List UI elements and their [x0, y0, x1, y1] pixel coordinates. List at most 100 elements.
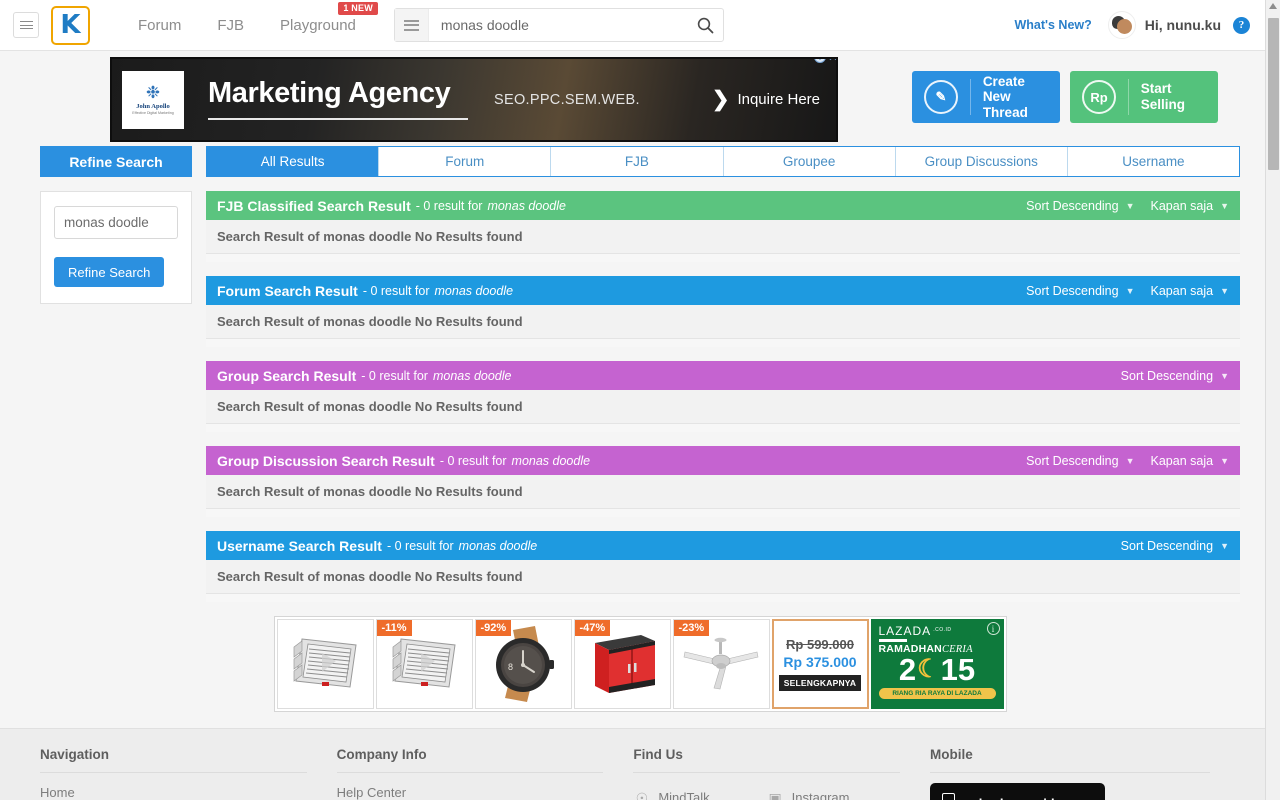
- marketing-agency-ad-banner[interactable]: ❉ John Apollo Effective Digital Marketin…: [110, 57, 838, 142]
- scroll-up-arrow-icon[interactable]: [1269, 3, 1277, 9]
- instagram-icon: ▣: [768, 790, 782, 800]
- lazada-ramadhan-ad[interactable]: i LAZADA .CO.ID RAMADHANCERIA 2 ☾ 15 RIAN…: [870, 619, 1004, 709]
- footer-column-company-info: Company Info Help Center About Us Advert…: [336, 747, 634, 800]
- ad-subtitle: SEO.PPC.SEM.WEB.: [494, 91, 640, 108]
- nav-item-fjb[interactable]: FJB: [199, 0, 262, 51]
- search-submit-button[interactable]: [689, 17, 723, 34]
- nav-label: FJB: [217, 16, 245, 34]
- whats-new-link[interactable]: What's New?: [1014, 18, 1091, 32]
- product-wrist-watch[interactable]: -92% 8: [474, 619, 572, 709]
- close-icon[interactable]: ✕: [828, 59, 836, 63]
- tab-label: FJB: [624, 154, 649, 169]
- sort-dropdown[interactable]: Sort Descending ▼: [1026, 284, 1134, 298]
- footer-column-find-us: Find Us ☉ MindTalk ▣ Instagram ➶ Forum ➶…: [633, 747, 930, 800]
- product-exhaust-fan-2[interactable]: -11%: [375, 619, 473, 709]
- sort-dropdown[interactable]: Sort Descending ▼: [1121, 539, 1229, 553]
- lazada-ribbon: RIANG RIA RAYA DI LAZADA: [878, 688, 996, 699]
- kaskus-logo[interactable]: K: [51, 5, 90, 45]
- result-block-fjb: FJB Classified Search Result - 0 result …: [206, 191, 1240, 262]
- page-root: K Forum FJB Playground 1 NEW monas doodl…: [0, 0, 1280, 800]
- result-footer: [206, 339, 1240, 347]
- sort-dropdown[interactable]: Sort Descending ▼: [1121, 369, 1229, 383]
- start-selling-button[interactable]: Rp Start Selling: [1070, 71, 1218, 123]
- nav-item-playground[interactable]: Playground 1 NEW: [262, 0, 378, 51]
- result-count: - 0 result for: [439, 453, 507, 468]
- detail-button[interactable]: SELENGKAPNYA: [778, 675, 862, 691]
- search-input[interactable]: [428, 9, 689, 41]
- result-title: FJB Classified Search Result: [217, 197, 411, 214]
- discount-badge: -47%: [574, 620, 611, 636]
- result-term: monas doodle: [432, 368, 512, 383]
- chevron-down-icon: ▼: [1220, 370, 1229, 381]
- vertical-scrollbar[interactable]: [1265, 0, 1280, 800]
- user-greeting[interactable]: Hi, nunu.ku: [1145, 17, 1221, 33]
- footer-link-home[interactable]: Home: [40, 783, 307, 800]
- app-badges: ☷ m.kaskus.co.id GET IT ON Google play …: [930, 783, 1210, 800]
- product-exhaust-fan-1[interactable]: [276, 619, 374, 709]
- sort-dropdown[interactable]: Sort Descending ▼: [1026, 454, 1134, 468]
- start-selling-label: Start Selling: [1140, 81, 1186, 112]
- result-body: Search Result of monas doodle No Results…: [206, 475, 1240, 509]
- product-price-deal[interactable]: Rp 599.000 Rp 375.000 SELENGKAPNYA: [771, 619, 869, 709]
- scrollbar-thumb[interactable]: [1268, 18, 1279, 170]
- result-body: Search Result of monas doodle No Results…: [206, 220, 1240, 254]
- product-ad-carousel: -11% -92% 8 -47% -23% Rp 599.000 Rp 375.…: [273, 616, 1007, 712]
- result-block-group: Group Search Result - 0 result for monas…: [206, 361, 1240, 432]
- result-block-group-discussion: Group Discussion Search Result - 0 resul…: [206, 446, 1240, 517]
- tab-group-discussions[interactable]: Group Discussions: [896, 147, 1068, 176]
- nav-item-forum[interactable]: Forum: [120, 0, 199, 51]
- exhaust-fan-icon: [392, 638, 456, 688]
- question-mark-icon[interactable]: ?: [1233, 16, 1250, 34]
- year-left: 2: [898, 652, 917, 687]
- create-new-thread-button[interactable]: ✎ Create New Thread: [912, 71, 1060, 123]
- social-label: MindTalk: [658, 790, 710, 800]
- site-header: K Forum FJB Playground 1 NEW monas doodl…: [0, 0, 1280, 51]
- footer-link-help-center[interactable]: Help Center: [337, 783, 604, 800]
- refine-search-header[interactable]: Refine Search: [40, 146, 192, 177]
- tab-label: All Results: [260, 154, 325, 169]
- nav-label: Playground: [280, 16, 356, 34]
- ad-cta[interactable]: ❯ Inquire Here: [712, 87, 826, 112]
- result-term: monas doodle: [511, 453, 591, 468]
- main-menu-button[interactable]: [13, 12, 39, 38]
- chevron-down-icon: ▼: [1125, 200, 1135, 211]
- action-buttons: ✎ Create New Thread Rp Start Selling: [912, 57, 1280, 123]
- ceiling-fan-icon: [683, 637, 759, 690]
- tab-username[interactable]: Username: [1068, 147, 1239, 176]
- chevron-right-icon: ❯: [711, 88, 730, 111]
- time-dropdown[interactable]: Kapan saja ▼: [1151, 284, 1229, 298]
- time-dropdown[interactable]: Kapan saja ▼: [1151, 454, 1229, 468]
- time-dropdown[interactable]: Kapan saja ▼: [1151, 199, 1229, 213]
- product-ceiling-fan[interactable]: -23%: [672, 619, 770, 709]
- tab-all-results[interactable]: All Results: [207, 147, 380, 176]
- refine-keyword-input[interactable]: [54, 206, 178, 239]
- site-footer: Navigation Home Forum Jual Beli Groupee …: [0, 728, 1280, 800]
- advertiser-name: John Apollo: [136, 103, 170, 110]
- time-label: Kapan saja: [1150, 283, 1214, 298]
- tab-fjb[interactable]: FJB: [551, 147, 724, 176]
- ad-info-icon[interactable]: i: [813, 59, 826, 63]
- social-link-instagram[interactable]: ▣ Instagram: [767, 783, 900, 800]
- product-ad-carousel-wrap: -11% -92% 8 -47% -23% Rp 599.000 Rp 375.…: [0, 616, 1280, 712]
- result-title: Forum Search Result: [217, 282, 358, 299]
- lazada-brand: LAZADA .CO.ID: [871, 619, 1004, 638]
- flower-icon: ❉: [145, 83, 161, 102]
- footer-column-navigation: Navigation Home Forum Jual Beli Groupee: [40, 747, 337, 800]
- ad-info-icon[interactable]: i: [986, 622, 1000, 635]
- refine-search-button[interactable]: Refine Search: [54, 257, 165, 287]
- primary-nav: Forum FJB Playground 1 NEW: [120, 0, 378, 51]
- header-right: What's New? Hi, nunu.ku ?: [1014, 11, 1280, 39]
- mobile-site-badge[interactable]: ☷ m.kaskus.co.id: [930, 783, 1106, 800]
- exhaust-fan-icon: [293, 638, 357, 688]
- result-header: Group Search Result - 0 result for monas…: [206, 361, 1240, 390]
- product-red-cabinet[interactable]: -47%: [573, 619, 671, 709]
- tab-groupee[interactable]: Groupee: [724, 147, 896, 176]
- social-link-mindtalk[interactable]: ☉ MindTalk: [633, 783, 766, 800]
- tab-forum[interactable]: Forum: [379, 147, 552, 176]
- chevron-down-icon: ▼: [1220, 285, 1229, 296]
- search-category-button[interactable]: [394, 9, 429, 41]
- sort-dropdown[interactable]: Sort Descending ▼: [1026, 199, 1134, 213]
- lazada-brand-sub: .CO.ID: [933, 627, 952, 633]
- new-badge: 1 NEW: [338, 1, 378, 16]
- avatar[interactable]: [1107, 11, 1136, 39]
